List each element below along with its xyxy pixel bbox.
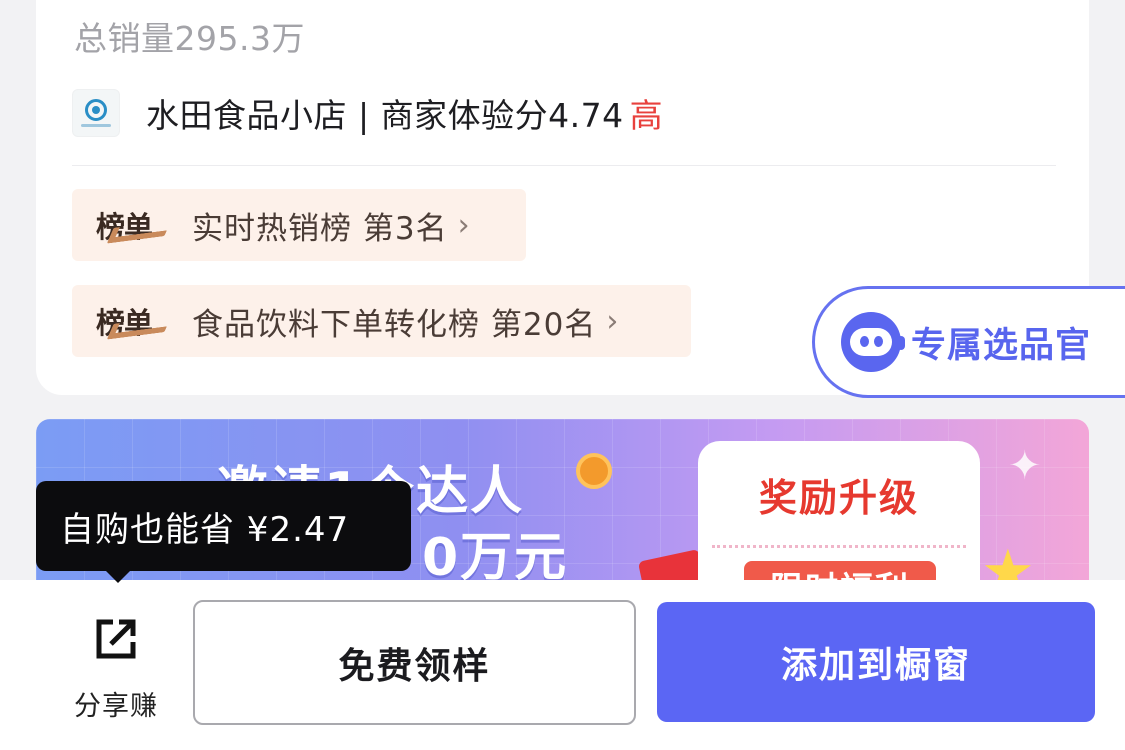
exclusive-selector-button[interactable]: 专属选品官 [812,286,1125,398]
share-arrow-icon [96,619,136,659]
coin-icon [576,453,612,489]
exclusive-selector-label: 专属选品官 [911,325,1092,366]
shop-name-score: 水田食品小店 | 商家体验分4.74 [146,96,624,135]
share-earn-button[interactable]: 分享赚 [60,614,172,734]
divider [72,165,1056,166]
ranking-badge-icon: 榜单 [96,300,172,342]
ranking-chip-conversion[interactable]: 榜单 食品饮料下单转化榜 第20名 › [72,285,691,357]
tooltip-arrow [104,569,132,583]
free-sample-button[interactable]: 免费领样 [193,600,636,725]
ranking-chip-hot-sales[interactable]: 榜单 实时热销榜 第3名 › [72,189,526,261]
banner-subheadline: 0万元 [422,528,569,588]
shop-logo-icon [72,89,120,137]
chevron-right-icon: › [606,303,619,339]
sparkle-icon: ✦ [1008,443,1042,489]
chevron-right-icon: › [457,207,470,243]
add-to-showcase-button[interactable]: 添加到橱窗 [657,602,1095,722]
share-label: 分享赚 [74,691,158,722]
reward-title: 奖励升级 [758,476,919,520]
ranking-text: 实时热销榜 第3名 [192,210,448,247]
self-purchase-savings-tooltip: 自购也能省 ¥2.47 [36,481,411,571]
shop-score-level: 高 [629,96,663,135]
ranking-text: 食品饮料下单转化榜 第20名 [192,306,597,343]
robot-assistant-icon [841,312,905,372]
total-sales-text: 总销量295.3万 [74,19,305,58]
bottom-action-bar: 分享赚 免费领样 添加到橱窗 [0,580,1125,750]
ranking-badge-icon: 榜单 [96,204,172,246]
shop-row[interactable]: 水田食品小店 | 商家体验分4.74 高 [72,88,663,138]
